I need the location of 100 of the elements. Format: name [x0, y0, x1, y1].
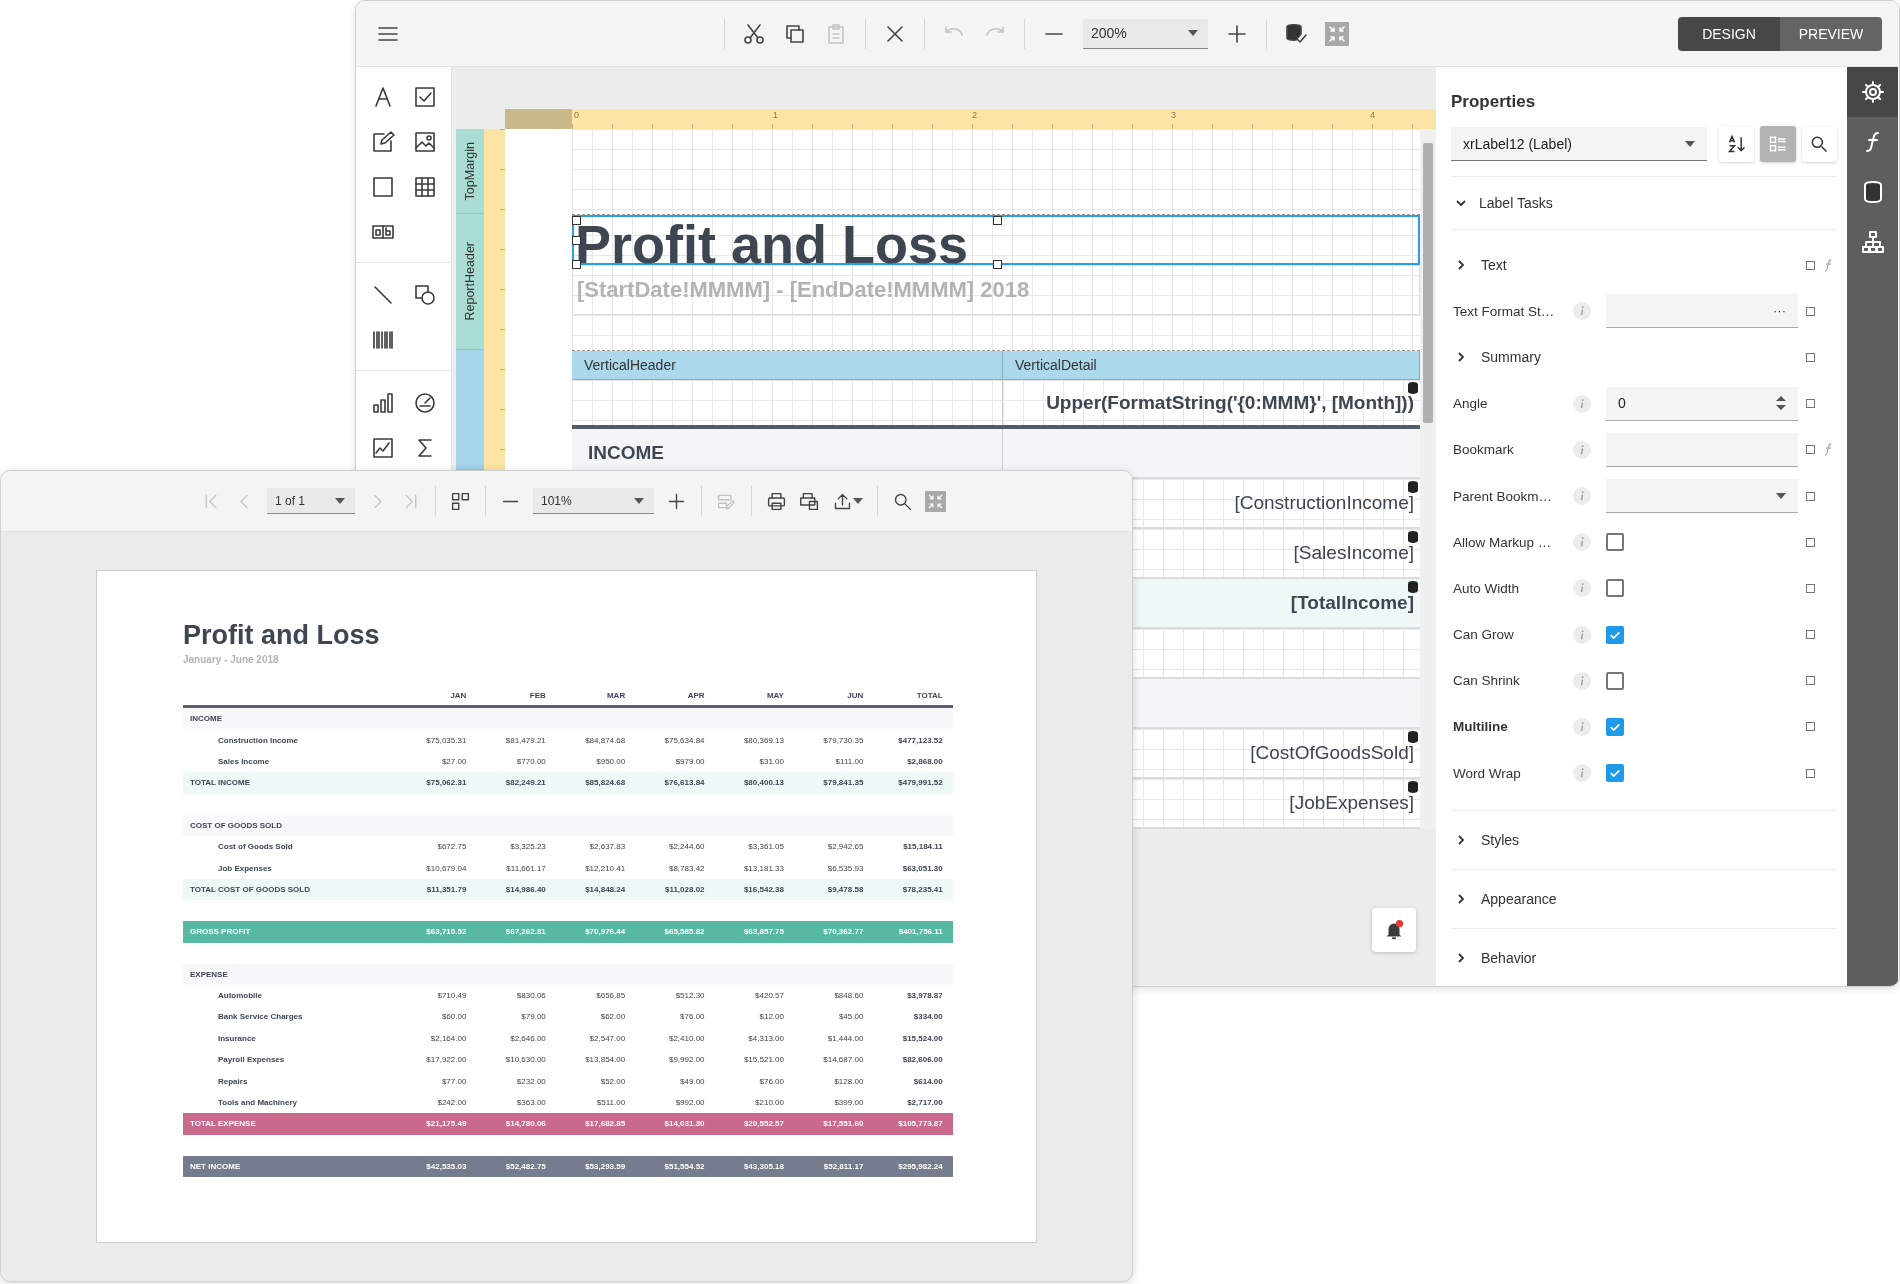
group-header[interactable]: Label Tasks	[1451, 177, 1837, 230]
field-expression[interactable]: [TotalIncome]	[1290, 592, 1414, 614]
property-label: Can Shrink	[1452, 673, 1521, 689]
column-header: MAY	[765, 690, 784, 700]
column-header: JAN	[449, 690, 467, 700]
field-expression[interactable]: [JobExpenses]	[1289, 792, 1414, 814]
group-header[interactable]: Behavior	[1451, 929, 1837, 986]
property-label: Parent Bookm…	[1452, 488, 1554, 504]
table-cell-text: $105,773.87	[897, 1119, 943, 1129]
table-cell-text: $9,992.00	[667, 1055, 705, 1065]
band-area[interactable]: Profit and Loss [StartDate!MMMM] - [EndDate!MMMM] 2018	[572, 214, 1420, 350]
property-label: Angle	[1452, 396, 1489, 412]
field-expression[interactable]: [CostOfGoodsSold]	[1250, 742, 1414, 764]
table-cell-text: $11,661.17	[505, 863, 546, 873]
property-label: Multiline	[1452, 719, 1509, 735]
zoom-dropdown[interactable]: 101%	[533, 488, 654, 514]
band-cell[interactable]: Upper(FormatString('{0:MMM}', [Month]))	[1003, 380, 1420, 425]
table-cell-text: $65,585.82	[663, 927, 705, 937]
table-cell-text: $8,783.42	[667, 863, 705, 873]
table-cell-text: $76.00	[758, 1076, 784, 1086]
group-label: Behavior	[1481, 950, 1537, 967]
table-cell-text: $62.00	[599, 1012, 626, 1022]
band-strip[interactable]: TopMargin	[456, 129, 484, 214]
table-cell-text: $420.57	[754, 991, 784, 1001]
table-cell-text: $848.60	[833, 991, 864, 1001]
property-label: Auto Width	[1452, 580, 1521, 596]
table-cell-text: $770.00	[515, 756, 546, 766]
row-label: TOTAL INCOME	[189, 778, 251, 788]
table-cell-text: $15,184.11	[902, 842, 943, 852]
band-header[interactable]: VerticalDetail	[1003, 351, 1420, 380]
field-expression[interactable]: [ConstructionIncome]	[1234, 492, 1414, 514]
group-header[interactable]: Appearance	[1451, 870, 1837, 930]
table-cell-text: $2,547.00	[588, 1033, 626, 1043]
table-cell-text: $85,824.68	[584, 778, 626, 788]
table-cell-text: $2,646.00	[509, 1033, 546, 1043]
ellipsis-button[interactable]: ···	[1773, 303, 1786, 319]
table-cell-text: $70,976.44	[584, 927, 626, 937]
title-label[interactable]: Profit and Loss	[572, 215, 1420, 265]
group-header[interactable]: Styles	[1451, 811, 1837, 871]
table-cell-text: $2,164.00	[429, 1033, 467, 1043]
table-cell-text: $2,868.00	[906, 756, 943, 766]
group-label: Label Tasks	[1479, 195, 1553, 211]
table-cell-text: $51,554.52	[663, 1161, 705, 1171]
table-cell-text: $27.00	[440, 756, 467, 766]
ruler-number: 2	[972, 110, 977, 120]
table-cell-text: $614.00	[912, 1076, 943, 1086]
table-cell-text: $45.00	[837, 1012, 864, 1022]
table-cell-text: $70,362.77	[822, 927, 864, 937]
table-cell-text: $81,479.21	[504, 735, 546, 745]
field-expression[interactable]: [SalesIncome]	[1293, 542, 1414, 564]
row-label: Bank Service Charges	[217, 1012, 304, 1022]
zoom-dropdown[interactable]: 200%	[1083, 18, 1208, 49]
table-cell-text: $80,369.13	[742, 735, 784, 745]
row-label: Repairs	[217, 1076, 249, 1086]
table-cell-text: $52,811.17	[822, 1161, 864, 1171]
field-label[interactable]: INCOME	[588, 442, 664, 464]
property-group[interactable]: Text	[1451, 257, 1831, 274]
row-label: EXPENSE	[189, 969, 229, 979]
field-expression[interactable]: Upper(FormatString('{0:MMM}', [Month]))	[1046, 391, 1414, 414]
table-cell-text: $15,524.00	[901, 1033, 943, 1043]
table-cell-text: $13,181.33	[742, 863, 784, 873]
table-cell-text: $14,780.06	[504, 1119, 546, 1129]
band-strip[interactable]: ReportHeader	[456, 214, 484, 350]
property-label: Allow Markup …	[1452, 534, 1553, 550]
row-label: NET INCOME	[189, 1161, 242, 1171]
row-label: INCOME	[189, 714, 223, 724]
property-group[interactable]: Summary	[1451, 349, 1831, 366]
page-dropdown[interactable]: 1 of 1	[267, 488, 355, 514]
format-field[interactable]: ···	[1606, 294, 1798, 329]
table-cell-text: $401,756.11	[897, 927, 943, 937]
table-cell-text: $11,028.02	[663, 884, 705, 894]
number-field[interactable]: 0	[1606, 386, 1798, 421]
row-label: TOTAL EXPENSE	[189, 1119, 257, 1129]
property-label: Word Wrap	[1452, 765, 1522, 781]
table-cell-text: $12.00	[758, 1012, 784, 1022]
table-cell-text: $21,175.49	[425, 1119, 467, 1129]
table-cell-text: $79,730.35	[822, 735, 864, 745]
table-cell-text: $43,305.18	[742, 1161, 784, 1171]
property-label: Can Grow	[1452, 627, 1515, 643]
property-label: Text Format St…	[1452, 303, 1556, 319]
row-label: TOTAL COST OF GOODS SOLD	[189, 884, 311, 894]
table-cell-text: $672.75	[436, 842, 467, 852]
table-cell-text: $992.00	[674, 1098, 705, 1108]
group-label: Styles	[1481, 832, 1520, 849]
mode-tab[interactable]: PREVIEW	[1780, 16, 1882, 51]
table-cell-text: $477,123.52	[897, 735, 943, 745]
table-cell-text: $84,874.68	[584, 735, 626, 745]
band-header[interactable]: VerticalHeader	[572, 351, 1003, 380]
table-cell-text: $111.00	[834, 756, 864, 766]
table-cell-text: $75,634.84	[663, 735, 705, 745]
mode-tab[interactable]: DESIGN	[1678, 16, 1780, 51]
table-cell-text: $979.00	[674, 756, 705, 766]
table-cell-text: $14,848.24	[584, 884, 626, 894]
table-cell-text: $77.00	[440, 1076, 467, 1086]
control-dropdown[interactable]: xrLabel12 (Label)	[1451, 127, 1707, 161]
table-cell-text: $75,035.31	[425, 735, 467, 745]
column-header: MAR	[605, 690, 626, 700]
row-label: Insurance	[217, 1033, 257, 1043]
property-label: Bookmark	[1452, 442, 1515, 458]
row-label: Construction Income	[217, 735, 299, 745]
